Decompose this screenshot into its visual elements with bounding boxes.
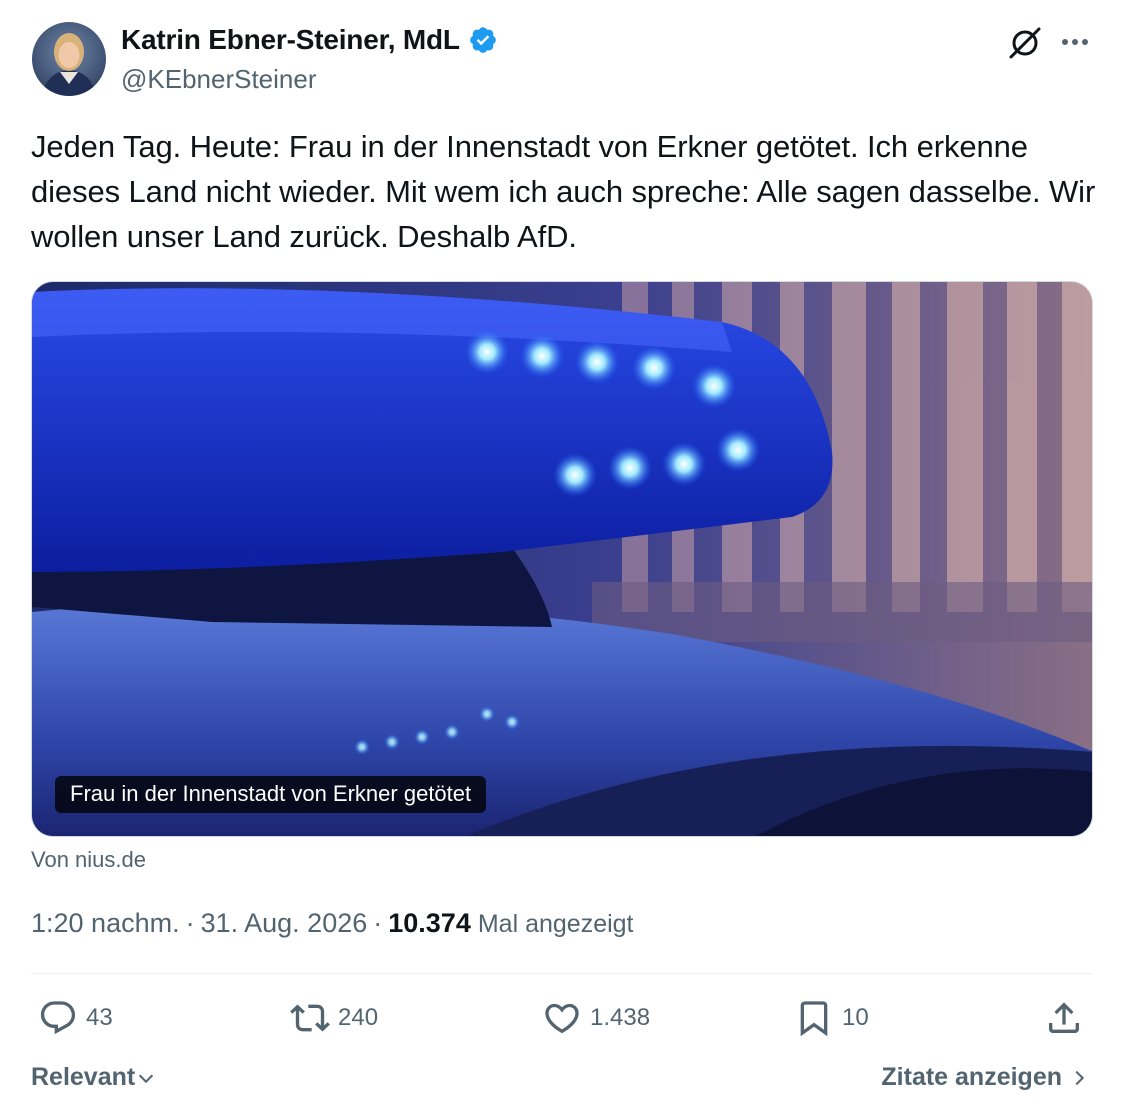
tweet-text: Jeden Tag. Heute: Frau in der Innenstadt…	[31, 129, 1096, 254]
meta-separator: ·	[185, 908, 195, 938]
like-button[interactable]: 1.438	[542, 998, 650, 1038]
link-source[interactable]: Von nius.de	[31, 847, 146, 873]
tweet-date[interactable]: 31. Aug. 2026	[201, 908, 368, 939]
bookmark-icon	[800, 1001, 828, 1037]
police-light-photo	[32, 282, 1092, 836]
like-icon	[545, 1003, 579, 1034]
view-label: Mal angezeigt	[477, 910, 634, 938]
link-card-caption: Frau in der Innenstadt von Erkner getöte…	[55, 776, 487, 813]
divider	[31, 973, 1093, 974]
view-quotes-label: Zitate anzeigen	[881, 1063, 1062, 1091]
link-card-image[interactable]: Frau in der Innenstadt von Erkner getöte…	[31, 281, 1093, 837]
author-handle[interactable]: @KEbnerSteiner	[121, 64, 317, 95]
grok-icon[interactable]	[1006, 24, 1044, 62]
bookmark-count: 10	[842, 1004, 869, 1031]
more-icon[interactable]	[1058, 26, 1092, 60]
reply-count: 43	[86, 1004, 113, 1031]
like-count: 1.438	[590, 1004, 651, 1031]
view-count[interactable]: 10.374	[388, 908, 471, 939]
sort-dropdown[interactable]: Relevant	[31, 1063, 157, 1092]
share-button[interactable]	[1044, 998, 1084, 1038]
author-name[interactable]: Katrin Ebner-Steiner, MdL	[121, 24, 460, 56]
bookmark-button[interactable]: 10	[794, 998, 869, 1038]
sort-label: Relevant	[31, 1063, 136, 1091]
chevron-right-icon	[1075, 1070, 1085, 1085]
share-icon	[1049, 1002, 1079, 1033]
chevron-down-icon	[139, 1074, 154, 1083]
reply-icon	[40, 1001, 76, 1035]
tweet-meta: 1:20 nachm. · 31. Aug. 2026 · 10.374 Mal…	[31, 908, 634, 939]
view-quotes-link[interactable]: Zitate anzeigen	[881, 1063, 1090, 1092]
tweet-time[interactable]: 1:20 nachm.	[31, 908, 180, 939]
reply-button[interactable]: 43	[38, 998, 113, 1038]
repost-icon	[290, 1004, 330, 1032]
verified-badge-icon	[470, 27, 496, 53]
repost-button[interactable]: 240	[290, 998, 378, 1038]
author-avatar[interactable]	[32, 22, 106, 96]
repost-count: 240	[338, 1004, 379, 1031]
meta-separator: ·	[373, 908, 383, 938]
